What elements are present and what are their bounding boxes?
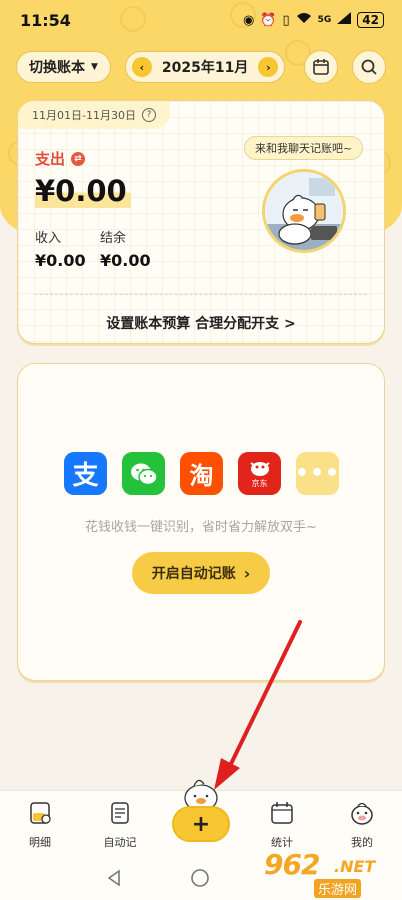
search-icon <box>361 59 377 75</box>
status-time: 11:54 <box>20 10 71 30</box>
jd-label: 京东 <box>251 478 268 488</box>
network-type: 5G <box>317 15 332 25</box>
enable-auto-record-label: 开启自动记账 <box>151 566 236 582</box>
tab-auto[interactable]: 自动记 <box>90 799 150 850</box>
auto-record-card: 支 淘 京东 ••• 花钱收钱一键识别，省时省力解放双手~ 开启自动记账 › <box>17 363 385 681</box>
more-icon: ••• <box>295 452 339 495</box>
profile-duck-icon <box>351 802 373 825</box>
status-bar: 11:54 ◉ ⏰ ▯ 5G 42 <box>0 0 402 40</box>
top-header: 切换账本 ▼ ‹ 2025年11月 › <box>16 50 386 84</box>
mascot-avatar[interactable] <box>262 169 346 253</box>
expense-label: 支出 <box>35 150 66 168</box>
battery-level: 42 <box>362 13 379 27</box>
duck-mascot-icon <box>265 172 343 250</box>
date-range-label: 11月01日-11月30日 <box>32 109 136 122</box>
auto-record-description: 花钱收钱一键识别，省时省力解放双手~ <box>85 520 317 535</box>
add-record-button[interactable]: + <box>172 806 230 842</box>
next-month-button[interactable]: › <box>258 57 279 77</box>
prev-month-button[interactable]: ‹ <box>131 57 152 77</box>
expense-toggle[interactable]: 支出 ⇄ <box>35 148 86 169</box>
calendar-button[interactable] <box>304 50 338 84</box>
divider <box>35 294 367 295</box>
battery-icon: 42 <box>357 12 384 28</box>
alipay-glyph: 支 <box>72 461 99 491</box>
caret-down-icon: ▼ <box>91 62 98 72</box>
calendar-icon <box>313 59 329 75</box>
tab-auto-label: 自动记 <box>103 836 137 849</box>
balance-amount: ¥0.00 <box>100 251 151 270</box>
income-amount: ¥0.00 <box>35 251 86 270</box>
chevron-right-icon: › <box>243 563 251 583</box>
switch-book-button[interactable]: 切换账本 ▼ <box>16 51 111 83</box>
jd-icon: 京东 <box>238 452 281 495</box>
home-nav-icon[interactable] <box>190 868 210 888</box>
plus-icon: + <box>191 811 211 837</box>
balance-label: 结余 <box>100 231 127 246</box>
site-watermark: 962 .NET 乐游网 <box>262 848 396 898</box>
calendar-stats-icon <box>271 802 293 824</box>
chat-bubble[interactable]: 来和我聊天记账吧~ <box>244 136 364 160</box>
watermark-number: 962 <box>264 848 320 881</box>
taobao-icon: 淘 <box>180 452 223 495</box>
alipay-icon: 支 <box>64 452 107 495</box>
back-nav-icon[interactable] <box>104 868 124 888</box>
swap-icon: ⇄ <box>71 151 86 166</box>
expense-amount: ¥0.00 <box>35 174 131 208</box>
month-label: 2025年11月 <box>161 60 249 76</box>
payment-app-icons: 支 淘 京东 ••• <box>64 452 339 495</box>
wifi-icon <box>296 12 312 28</box>
tab-detail-label: 明细 <box>29 836 51 849</box>
watermark-suffix: .NET <box>334 857 376 876</box>
tab-stats[interactable]: 统计 <box>252 799 312 850</box>
summary-card: 11月01日-11月30日 ? 支出 ⇄ ¥0.00 收入 ¥0.00 结余 ¥… <box>17 100 385 344</box>
date-range-tab[interactable]: 11月01日-11月30日 ? <box>18 101 170 129</box>
switch-book-label: 切换账本 <box>29 60 85 76</box>
taobao-glyph: 淘 <box>189 462 214 490</box>
alarm-icon: ⏰ <box>260 12 277 28</box>
tab-mine[interactable]: 我的 <box>332 799 392 850</box>
help-icon[interactable]: ? <box>141 108 156 122</box>
tab-detail[interactable]: 明细 <box>10 799 70 850</box>
vibrate-icon: ▯ <box>282 12 290 28</box>
search-button[interactable] <box>352 50 386 84</box>
income-label: 收入 <box>35 231 62 246</box>
month-selector: ‹ 2025年11月 › <box>124 51 286 83</box>
signal-icon <box>337 12 352 28</box>
notepad-icon <box>111 802 129 824</box>
eye-icon: ◉ <box>242 12 255 28</box>
watermark-subtitle: 乐游网 <box>314 879 362 898</box>
wechat-icon <box>122 452 165 495</box>
status-icons: ◉ ⏰ ▯ 5G 42 <box>243 12 384 28</box>
enable-auto-record-button[interactable]: 开启自动记账 › <box>132 552 270 594</box>
budget-link[interactable]: 设置账本预算 合理分配开支 > <box>18 313 384 333</box>
notebook-icon <box>30 802 51 824</box>
